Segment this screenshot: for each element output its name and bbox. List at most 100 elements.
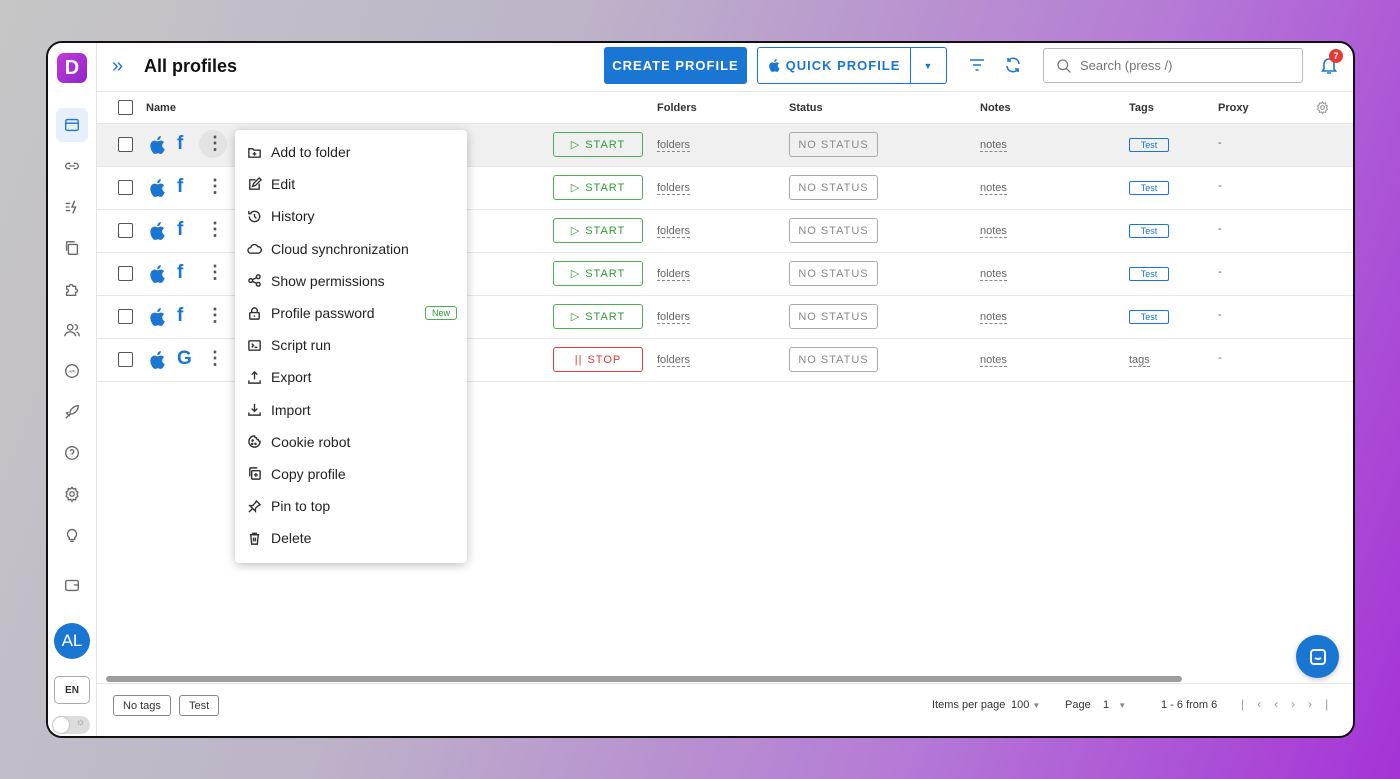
notes-link[interactable]: notes [980,354,1007,367]
more-vert-icon[interactable]: ⋮ [206,306,224,324]
folders-link[interactable]: folders [657,311,691,324]
status-badge[interactable]: NO STATUS [789,304,878,329]
menu-cloud-sync[interactable]: Cloud synchronization [235,233,467,265]
more-vert-icon[interactable]: ⋮ [206,134,224,152]
lightbulb-nav-icon[interactable] [56,518,88,552]
folders-link[interactable]: folders [657,139,691,152]
first-page-icon[interactable]: |‹ [1241,697,1274,711]
language-button[interactable]: EN [54,676,90,704]
page-select[interactable]: 1 ▼ [1103,699,1126,711]
select-all-checkbox[interactable] [118,100,133,115]
search-box[interactable] [1043,48,1303,83]
notes-link[interactable]: notes [980,182,1007,195]
items-per-page-select[interactable]: 100 ▼ [1011,699,1040,711]
status-badge[interactable]: NO STATUS [789,175,878,200]
quick-profile-dropdown[interactable]: ▼ [911,48,946,83]
prev-page-icon[interactable]: ‹ [1274,697,1291,711]
row-checkbox[interactable] [118,223,133,238]
start-button[interactable]: ▷ START [553,218,643,243]
extensions-nav-icon[interactable] [56,272,88,306]
settings-nav-icon[interactable] [56,477,88,511]
avatar[interactable]: AL [54,623,90,659]
next-page-icon[interactable]: › [1291,697,1308,711]
menu-export[interactable]: Export [235,361,467,393]
menu-profile-password[interactable]: Profile password New [235,297,467,329]
more-vert-icon[interactable]: ⋮ [206,349,224,367]
app-logo[interactable]: D [57,53,87,83]
status-badge[interactable]: NO STATUS [789,261,878,286]
column-settings-icon[interactable] [1315,100,1330,115]
menu-cookie-robot[interactable]: Cookie robot [235,426,467,458]
tag-chip[interactable]: Test [1129,181,1169,195]
status-badge[interactable]: NO STATUS [789,132,878,157]
more-vert-icon[interactable]: ⋮ [206,220,224,238]
start-button[interactable]: ▷ START [553,261,643,286]
more-vert-icon[interactable]: ⋮ [206,177,224,195]
folders-link[interactable]: folders [657,182,691,195]
notes-link[interactable]: notes [980,139,1007,152]
expand-sidebar-icon[interactable]: » [112,55,123,78]
more-vert-icon[interactable]: ⋮ [206,263,224,281]
wallet-nav-icon[interactable] [56,568,88,602]
folders-link[interactable]: folders [657,225,691,238]
chip-test[interactable]: Test [179,695,220,716]
folders-link[interactable]: folders [657,268,691,281]
chip-no-tags[interactable]: No tags [113,695,171,716]
menu-copy-profile[interactable]: Copy profile [235,458,467,490]
filter-icon[interactable] [967,55,987,75]
start-button[interactable]: ▷ START [553,132,643,157]
rocket-nav-icon[interactable] [56,395,88,429]
profiles-nav-icon[interactable] [56,108,88,142]
folders-link[interactable]: folders [657,354,691,367]
col-tags[interactable]: Tags [1129,102,1154,114]
tags-link[interactable]: tags [1129,354,1150,367]
last-page-icon[interactable]: ›| [1308,697,1341,711]
notes-link[interactable]: notes [980,225,1007,238]
start-button[interactable]: ▷ START [553,175,643,200]
row-checkbox[interactable] [118,137,133,152]
help-nav-icon[interactable] [56,436,88,470]
menu-script-run[interactable]: Script run [235,329,467,361]
menu-delete[interactable]: Delete [235,522,467,554]
team-nav-icon[interactable] [56,313,88,347]
quick-profile-button[interactable]: QUICK PROFILE ▼ [757,47,947,84]
col-folders[interactable]: Folders [657,102,697,114]
start-button[interactable]: ▷ START [553,304,643,329]
chat-support-button[interactable] [1296,635,1339,678]
row-checkbox[interactable] [118,266,133,281]
col-status[interactable]: Status [789,102,823,114]
link-nav-icon[interactable] [56,149,88,183]
menu-import[interactable]: Import [235,394,467,426]
menu-history[interactable]: History [235,200,467,232]
create-profile-button[interactable]: CREATE PROFILE [604,47,747,84]
row-checkbox[interactable] [118,309,133,324]
col-proxy[interactable]: Proxy [1218,102,1249,114]
tag-chip[interactable]: Test [1129,138,1169,152]
automation-nav-icon[interactable] [56,190,88,224]
theme-toggle[interactable]: ☼ [52,716,90,734]
tag-chip[interactable]: Test [1129,224,1169,238]
copy-nav-icon[interactable] [56,231,88,265]
horizontal-scrollbar[interactable] [106,676,1182,682]
col-name[interactable]: Name [146,102,176,114]
tag-chip[interactable]: Test [1129,267,1169,281]
notifications-bell-icon[interactable]: 7 [1319,49,1343,77]
quick-profile-main[interactable]: QUICK PROFILE [758,48,911,83]
menu-pin-to-top[interactable]: Pin to top [235,490,467,522]
status-badge[interactable]: NO STATUS [789,347,878,372]
pagination-arrows[interactable]: |‹‹››| [1241,697,1341,711]
menu-edit[interactable]: Edit [235,168,467,200]
menu-add-to-folder[interactable]: Add to folder [235,136,467,168]
menu-show-permissions[interactable]: Show permissions [235,265,467,297]
tag-chip[interactable]: Test [1129,310,1169,324]
row-checkbox[interactable] [118,352,133,367]
refresh-icon[interactable] [1003,55,1023,75]
notes-link[interactable]: notes [980,311,1007,324]
status-badge[interactable]: NO STATUS [789,218,878,243]
col-notes[interactable]: Notes [980,102,1011,114]
api-nav-icon[interactable]: API [56,354,88,388]
row-checkbox[interactable] [118,180,133,195]
stop-button[interactable]: || STOP [553,347,643,372]
notes-link[interactable]: notes [980,268,1007,281]
search-input[interactable] [1080,58,1280,73]
